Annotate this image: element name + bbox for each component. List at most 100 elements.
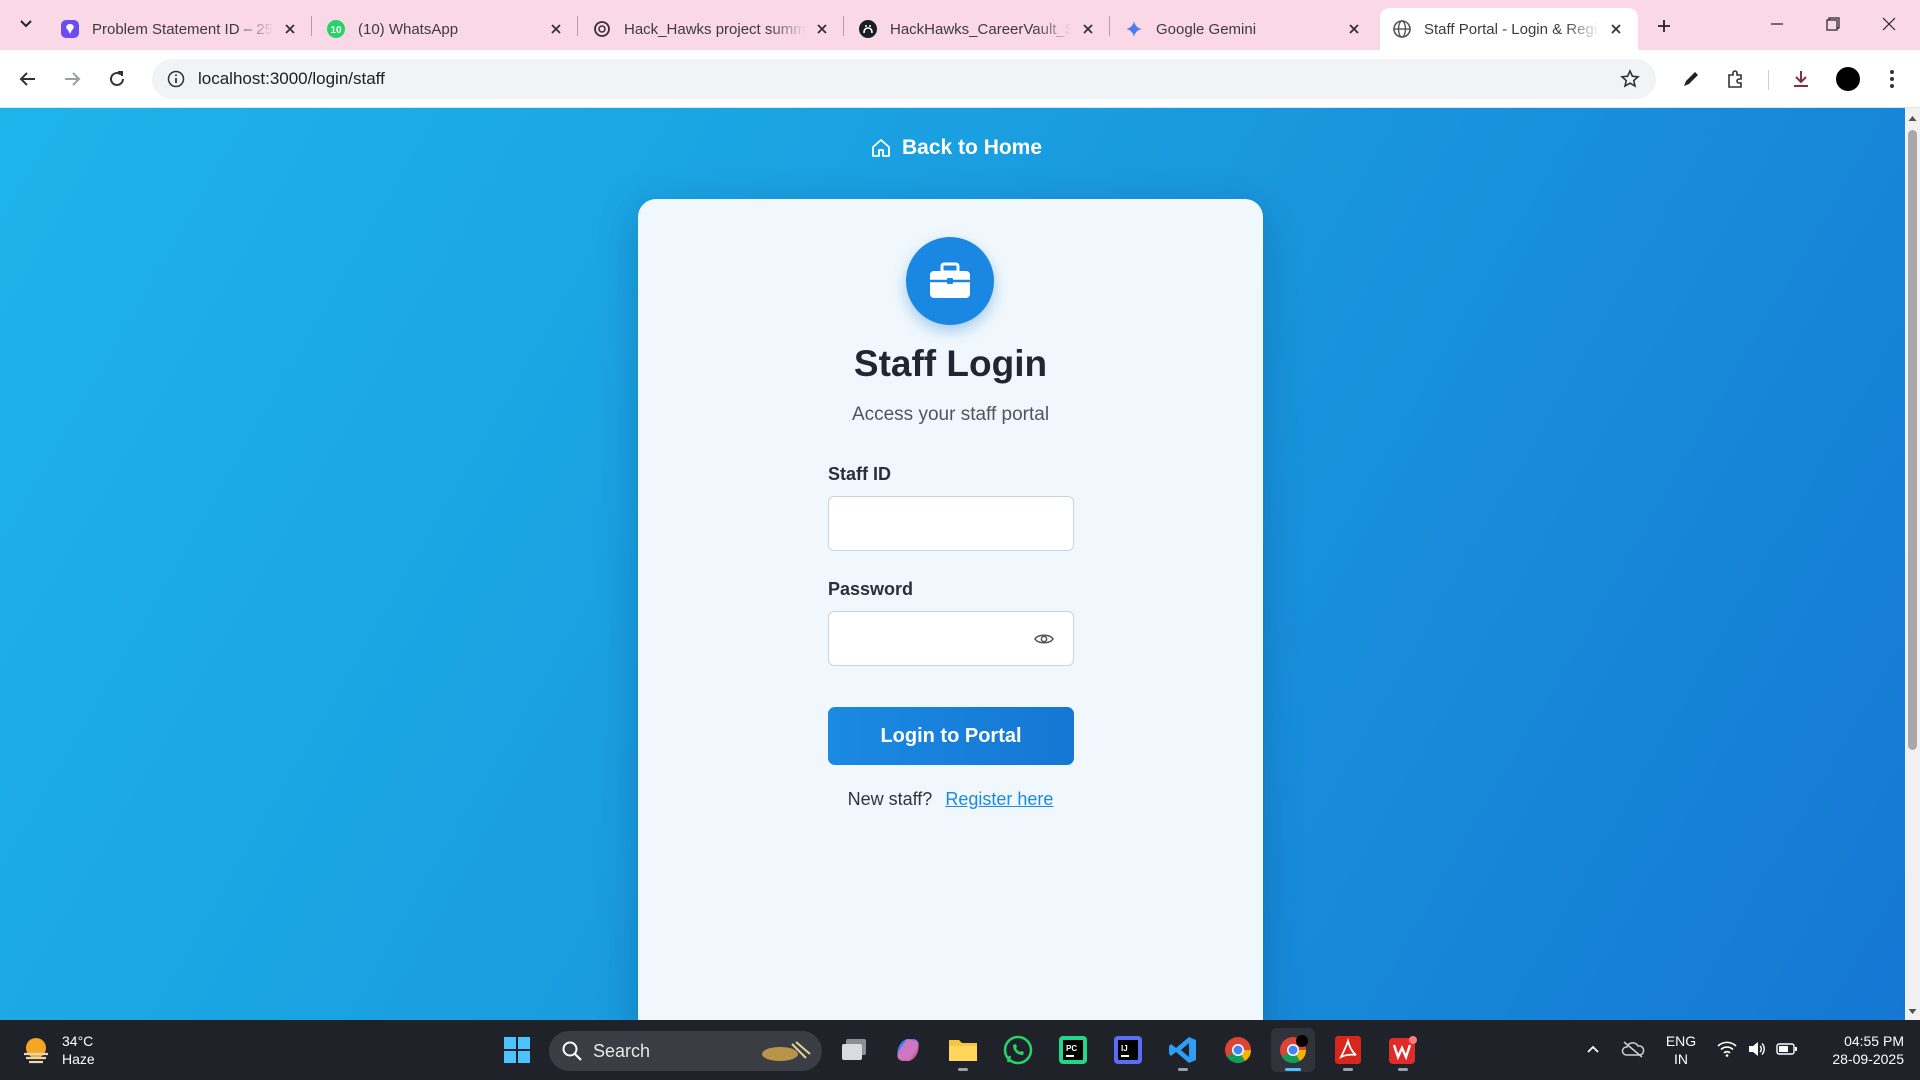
register-prompt: New staff? [847,789,933,809]
language-indicator[interactable]: ENG IN [1664,1032,1698,1068]
close-icon[interactable] [1078,19,1098,39]
system-clock[interactable]: 04:55 PM 28-09-2025 [1810,1032,1904,1068]
vscode-icon [1169,1037,1196,1063]
new-tab-button[interactable] [1650,12,1678,40]
restore-button[interactable] [1810,6,1856,42]
arrow-left-icon [19,72,35,86]
staff-id-input[interactable] [829,497,1073,550]
tab-github[interactable]: HackHawks_CareerVault_SI [846,8,1110,50]
tab-whatsapp[interactable]: 10 (10) WhatsApp [314,8,578,50]
plus-icon [1658,20,1670,32]
home-icon [870,137,892,159]
weather-widget[interactable]: 34°C Haze [20,1030,95,1070]
chrome-button[interactable] [1216,1028,1260,1072]
globe-icon [1392,19,1412,39]
close-icon[interactable] [1606,19,1626,39]
language-primary: ENG [1665,1033,1697,1049]
tab-google-gemini[interactable]: Google Gemini [1112,8,1376,50]
search-icon [562,1041,582,1061]
intellij-button[interactable]: IJ [1106,1028,1150,1072]
close-icon[interactable] [280,19,300,39]
chrome-active-button[interactable] [1271,1028,1315,1072]
tab-problem-statement[interactable]: Problem Statement ID – 25 [48,8,312,50]
file-explorer-button[interactable] [941,1028,985,1072]
profile-avatar[interactable] [1832,63,1864,95]
battery-icon[interactable] [1774,1036,1800,1062]
svg-text:IJ: IJ [1121,1044,1128,1053]
restore-icon [1826,17,1840,31]
browser-toolbar: localhost:3000/login/staff [0,50,1920,108]
tab-search-button[interactable] [12,10,40,38]
task-view-button[interactable] [832,1028,876,1072]
avatar [1836,67,1860,91]
onedrive-offline-icon[interactable] [1620,1036,1646,1062]
forward-button[interactable] [56,63,88,95]
site-info-icon[interactable] [158,61,194,97]
gemini-icon [1124,19,1144,39]
password-field[interactable] [828,611,1074,666]
close-icon[interactable] [546,19,566,39]
openai-icon [592,19,612,39]
tab-title: HackHawks_CareerVault_SI [890,20,1072,38]
download-icon[interactable] [1785,63,1817,95]
volume-icon[interactable] [1744,1036,1770,1062]
scroll-down-arrow-icon[interactable] [1905,1004,1920,1019]
clock-time: 04:55 PM [1844,1033,1904,1049]
pycharm-icon: PC [1059,1036,1087,1064]
vscode-button[interactable] [1161,1028,1205,1072]
copilot-icon [897,1039,919,1061]
bookmark-star-icon[interactable] [1618,67,1642,91]
scrollbar-thumb[interactable] [1908,130,1917,750]
briefcase-badge [906,237,994,325]
register-link[interactable]: Register here [945,789,1053,809]
acrobat-button[interactable] [1326,1028,1370,1072]
tab-hack-hawks-summary[interactable]: Hack_Hawks project summ [580,8,844,50]
pycharm-button[interactable]: PC [1051,1028,1095,1072]
folder-icon [949,1040,977,1061]
login-button[interactable]: Login to Portal [828,707,1074,765]
minimize-button[interactable] [1754,6,1800,42]
whatsapp-app-button[interactable] [996,1028,1040,1072]
briefcase-icon [930,262,970,298]
tray-overflow-chevron-icon[interactable] [1580,1036,1606,1062]
page-subtitle: Access your staff portal [851,404,1050,425]
windows-start-button[interactable] [495,1028,539,1072]
close-icon[interactable] [1344,19,1364,39]
whatsapp-icon [1003,1035,1033,1065]
taskbar-search[interactable]: Search [549,1031,822,1071]
pen-icon[interactable] [1675,63,1707,95]
url-text[interactable]: localhost:3000/login/staff [198,69,385,89]
back-to-home-link[interactable]: Back to Home [870,132,1042,164]
wifi-icon[interactable] [1714,1036,1740,1062]
reload-icon [110,71,124,86]
close-window-button[interactable] [1866,6,1912,42]
language-secondary: IN [1674,1051,1688,1067]
weather-desc: Haze [62,1051,95,1067]
copilot-button[interactable] [886,1028,930,1072]
scroll-up-arrow-icon[interactable] [1905,111,1920,126]
address-bar[interactable]: localhost:3000/login/staff [152,59,1656,99]
app-icon [60,19,80,39]
close-icon[interactable] [812,19,832,39]
tab-title: Problem Statement ID – 25 [92,20,273,38]
weather-temp: 34°C [62,1033,94,1049]
reload-button[interactable] [101,63,133,95]
tab-title: Google Gemini [1156,20,1257,38]
register-prompt-line: New staff? Register here [638,789,1263,810]
back-button[interactable] [12,63,44,95]
close-icon [1882,17,1896,31]
wps-office-button[interactable] [1381,1028,1425,1072]
search-highlight-icon [762,1041,811,1061]
page-viewport: Back to Home Staff Login Access your sta… [0,108,1905,1020]
staff-id-field[interactable] [828,496,1074,551]
menu-dots-icon[interactable] [1876,63,1908,95]
eye-icon[interactable] [1033,629,1055,649]
clock-date: 28-09-2025 [1832,1051,1904,1067]
tab-staff-portal[interactable]: Staff Portal - Login & Regi [1380,8,1638,50]
staff-id-label: Staff ID [828,464,891,484]
extensions-icon[interactable] [1720,63,1752,95]
intellij-icon: IJ [1114,1036,1142,1064]
page-scrollbar[interactable] [1905,108,1920,1020]
windows-logo-icon [504,1037,530,1063]
acrobat-icon [1335,1036,1361,1064]
